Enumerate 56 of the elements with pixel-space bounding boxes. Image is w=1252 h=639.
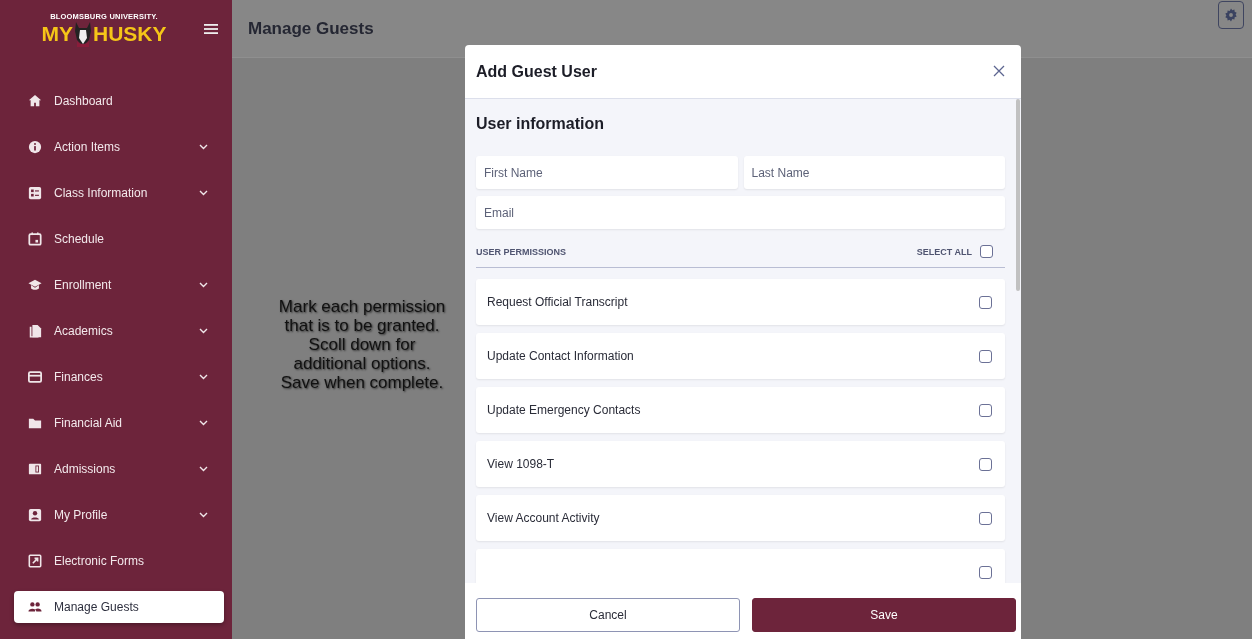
mascot-icon [74, 20, 92, 47]
sidebar-item[interactable]: Enrollment [14, 269, 224, 301]
info-icon [28, 140, 42, 154]
save-button[interactable]: Save [752, 598, 1016, 632]
sidebar-item[interactable]: My Profile [14, 499, 224, 531]
external-link-icon [28, 554, 42, 568]
permission-label: Request Official Transcript [487, 295, 629, 309]
sidebar-item[interactable]: Financial Aid [14, 407, 224, 439]
checkbox[interactable] [980, 245, 993, 258]
section-heading: User information [476, 115, 605, 133]
permission-label: Update Emergency Contacts [487, 403, 642, 417]
sidebar-item[interactable]: Manage Guests [14, 591, 224, 623]
permission-label: View Account Activity [487, 511, 601, 525]
sidebar-item[interactable]: Admissions [14, 453, 224, 485]
logo-text: HUSKY [93, 23, 167, 44]
input-field[interactable]: Email [476, 196, 1005, 229]
sidebar-item[interactable]: Academics [14, 315, 224, 347]
input-field[interactable]: Last Name [743, 156, 1005, 189]
permission-label: View 1098-T [487, 457, 556, 471]
checkbox[interactable] [979, 457, 992, 471]
checkbox[interactable] [979, 565, 992, 579]
section-label: USER PERMISSIONS [476, 246, 568, 257]
select-all-label: SELECT ALL [916, 246, 972, 257]
close-icon [993, 64, 1005, 77]
people-icon [28, 600, 42, 614]
checkbox[interactable] [979, 403, 992, 417]
checkbox[interactable] [979, 511, 992, 525]
menu-icon[interactable] [204, 23, 218, 35]
card-icon [28, 370, 42, 384]
logo-text: MY [41, 23, 73, 44]
dialog-title: Add Guest User [476, 62, 598, 81]
panel-icon [28, 462, 42, 476]
sidebar-item[interactable]: Class Information [14, 177, 224, 209]
graduation-cap-icon [28, 278, 42, 292]
close-button[interactable] [993, 64, 1007, 79]
page-title: Manage Guests [248, 18, 375, 39]
settings-button[interactable] [1218, 0, 1244, 29]
sidebar-item[interactable]: Finances [14, 361, 224, 393]
document-icon [28, 324, 42, 338]
input-field[interactable]: First Name [476, 156, 738, 189]
sidebar-item[interactable]: Dashboard [14, 85, 224, 117]
checkbox[interactable] [979, 349, 992, 363]
sidebar-item[interactable]: Action Items [14, 131, 224, 163]
permission-label: Update Contact Information [487, 349, 635, 363]
sidebar-item[interactable]: Electronic Forms [14, 545, 224, 577]
home-icon [28, 94, 42, 108]
scrollbar-thumb[interactable] [1016, 99, 1020, 291]
settings-icon [1224, 7, 1238, 22]
calendar-icon [28, 232, 42, 246]
cancel-button[interactable]: Cancel [476, 598, 740, 632]
sidebar-item[interactable]: Schedule [14, 223, 224, 255]
profile-icon [28, 508, 42, 522]
instruction-text: Mark each permission that is to be granted. Scoll down for additional options. Save when complete. [277, 297, 447, 392]
folder-icon [28, 416, 42, 430]
list-icon [28, 186, 42, 200]
checkbox[interactable] [979, 295, 992, 309]
